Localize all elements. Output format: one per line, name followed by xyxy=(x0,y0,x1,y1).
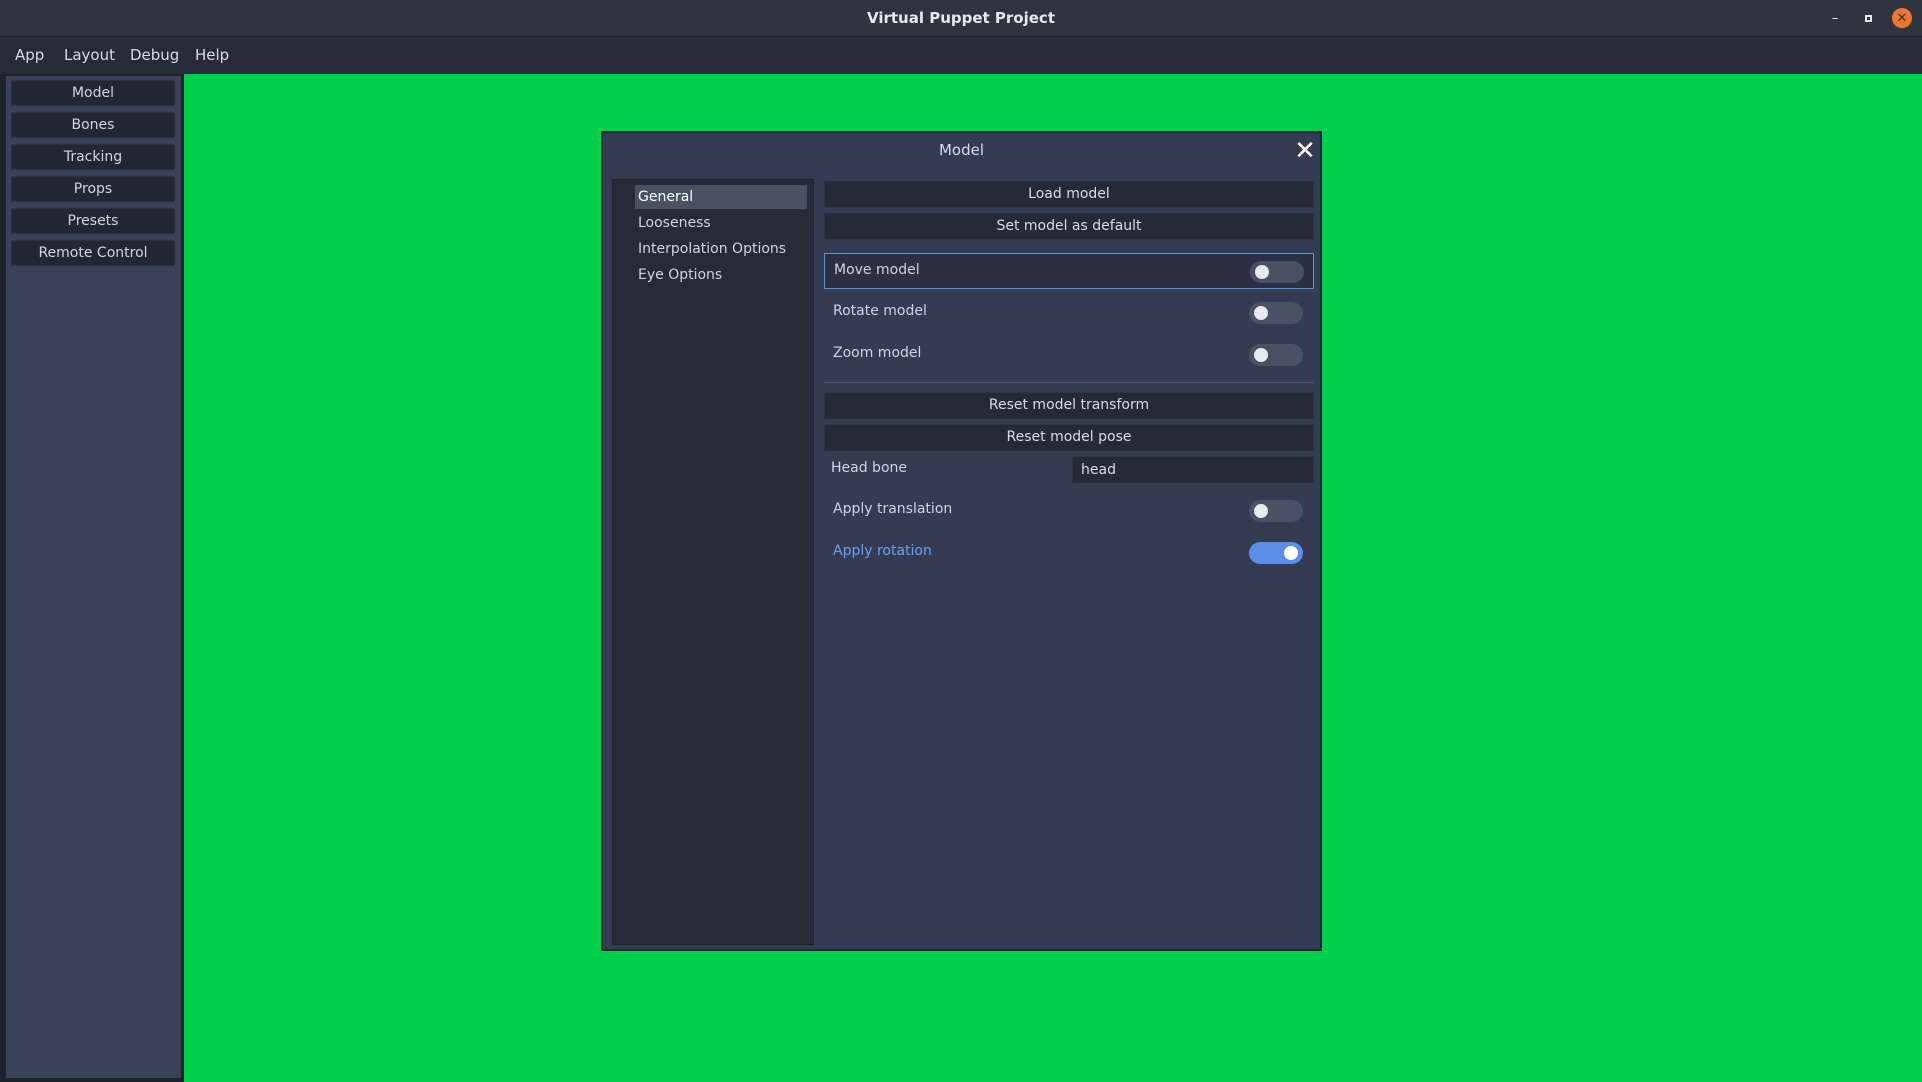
menu-help[interactable]: Help xyxy=(195,37,229,74)
general-settings: Load model Set model as default Move mod… xyxy=(824,179,1314,939)
apply-translation-label: Apply translation xyxy=(833,501,953,517)
tab-eye-options[interactable]: Eye Options xyxy=(635,263,807,287)
head-bone-label: Head bone xyxy=(831,460,907,476)
zoom-model-toggle[interactable] xyxy=(1249,344,1303,366)
move-model-row[interactable]: Move model xyxy=(824,253,1314,289)
rotate-model-toggle[interactable] xyxy=(1249,302,1303,324)
zoom-model-row[interactable]: Zoom model xyxy=(824,337,1314,373)
rotate-model-label: Rotate model xyxy=(833,303,927,319)
toggle-knob xyxy=(1284,546,1298,560)
menu-layout[interactable]: Layout xyxy=(64,37,115,74)
close-icon: ✕ xyxy=(1896,10,1908,26)
menu-app[interactable]: App xyxy=(15,37,44,74)
tab-interpolation-options[interactable]: Interpolation Options xyxy=(635,237,807,261)
toggle-knob xyxy=(1255,265,1269,279)
apply-rotation-toggle[interactable] xyxy=(1249,542,1303,564)
menu-debug[interactable]: Debug xyxy=(130,37,179,74)
sidebar-remote-control-button[interactable]: Remote Control xyxy=(11,240,175,266)
zoom-model-label: Zoom model xyxy=(833,345,922,361)
separator xyxy=(824,382,1314,383)
minimize-button[interactable]: – xyxy=(1825,8,1845,28)
load-model-button[interactable]: Load model xyxy=(824,181,1314,208)
dialog-tabs: General Looseness Interpolation Options … xyxy=(612,179,814,945)
dialog-title: Model xyxy=(938,141,985,159)
rotate-model-row[interactable]: Rotate model xyxy=(824,295,1314,331)
model-dialog: Model ✕ General Looseness Interpolation … xyxy=(601,131,1322,951)
tab-general[interactable]: General xyxy=(635,185,807,209)
menu-bar: App Layout Debug Help xyxy=(0,37,1922,74)
reset-model-pose-button[interactable]: Reset model pose xyxy=(824,424,1314,451)
toggle-knob xyxy=(1254,504,1268,518)
sidebar-panel: Model Bones Tracking Props Presets Remot… xyxy=(6,76,181,1078)
minimize-icon: – xyxy=(1831,10,1839,26)
sidebar-bones-button[interactable]: Bones xyxy=(11,112,175,138)
set-model-default-button[interactable]: Set model as default xyxy=(824,213,1314,240)
apply-rotation-row[interactable]: Apply rotation xyxy=(824,535,1314,571)
sidebar-props-button[interactable]: Props xyxy=(11,176,175,202)
window-title: Virtual Puppet Project xyxy=(866,9,1055,27)
maximize-icon xyxy=(1864,14,1872,22)
apply-translation-toggle[interactable] xyxy=(1249,500,1303,522)
sidebar-presets-button[interactable]: Presets xyxy=(11,208,175,234)
toggle-knob xyxy=(1254,348,1268,362)
close-dialog-button[interactable]: ✕ xyxy=(1292,136,1318,166)
close-window-button[interactable]: ✕ xyxy=(1892,8,1912,28)
close-icon: ✕ xyxy=(1294,136,1316,166)
sidebar-tracking-button[interactable]: Tracking xyxy=(11,144,175,170)
sidebar-model-button[interactable]: Model xyxy=(11,80,175,106)
title-bar: Virtual Puppet Project – ✕ xyxy=(0,0,1922,37)
tab-looseness[interactable]: Looseness xyxy=(635,211,807,235)
move-model-label: Move model xyxy=(834,262,920,278)
maximize-button[interactable] xyxy=(1858,8,1878,28)
move-model-toggle[interactable] xyxy=(1250,261,1304,283)
toggle-knob xyxy=(1254,306,1268,320)
head-bone-input[interactable] xyxy=(1072,456,1314,483)
sidebar: Model Bones Tracking Props Presets Remot… xyxy=(0,74,184,1082)
apply-translation-row[interactable]: Apply translation xyxy=(824,493,1314,529)
apply-rotation-label: Apply rotation xyxy=(833,543,932,559)
reset-model-transform-button[interactable]: Reset model transform xyxy=(824,392,1314,419)
